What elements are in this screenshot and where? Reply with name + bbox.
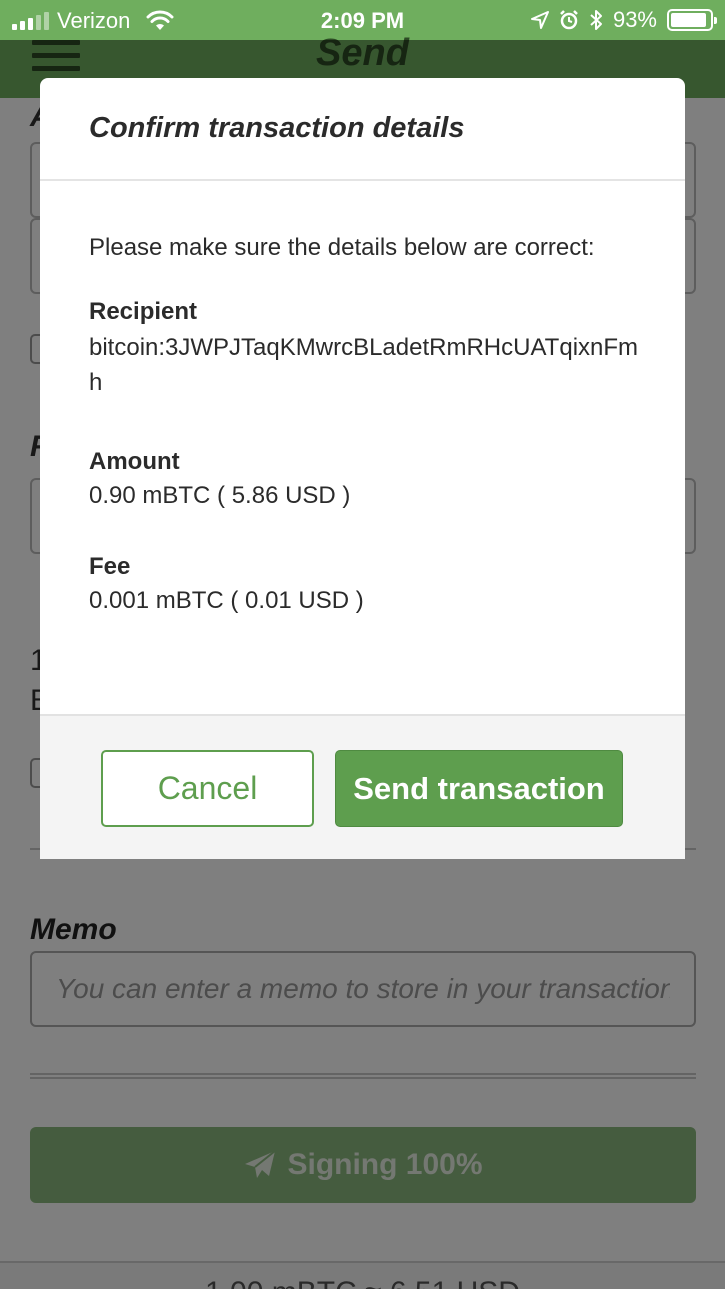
fee-value: 0.001 mBTC ( 0.01 USD )	[89, 587, 364, 614]
send-transaction-button[interactable]: Send transaction	[335, 750, 623, 827]
dialog-footer: Cancel Send transaction	[40, 714, 685, 859]
recipient-label: Recipient	[89, 298, 198, 325]
recipient-value: bitcoin:3JWPJTaqKMwrcBLadetRmRHcUATqixnF…	[89, 334, 639, 396]
cancel-button[interactable]: Cancel	[101, 750, 314, 827]
dialog-body: Please make sure the details below are c…	[89, 234, 649, 618]
fee-label: Fee	[89, 553, 131, 580]
status-right: 93%	[530, 7, 717, 33]
dialog-title: Confirm transaction details	[89, 112, 465, 144]
battery-percent: 93%	[612, 7, 657, 32]
confirm-dialog: Confirm transaction details Please make …	[40, 78, 685, 859]
amount-label: Amount	[89, 448, 180, 475]
bluetooth-icon	[590, 10, 602, 30]
amount-value: 0.90 mBTC ( 5.86 USD )	[89, 482, 351, 509]
intro-text: Please make sure the details below are c…	[89, 234, 595, 261]
alarm-icon	[560, 10, 578, 30]
dialog-header: Confirm transaction details	[40, 78, 685, 181]
battery-icon	[667, 9, 717, 31]
location-icon	[530, 11, 549, 29]
